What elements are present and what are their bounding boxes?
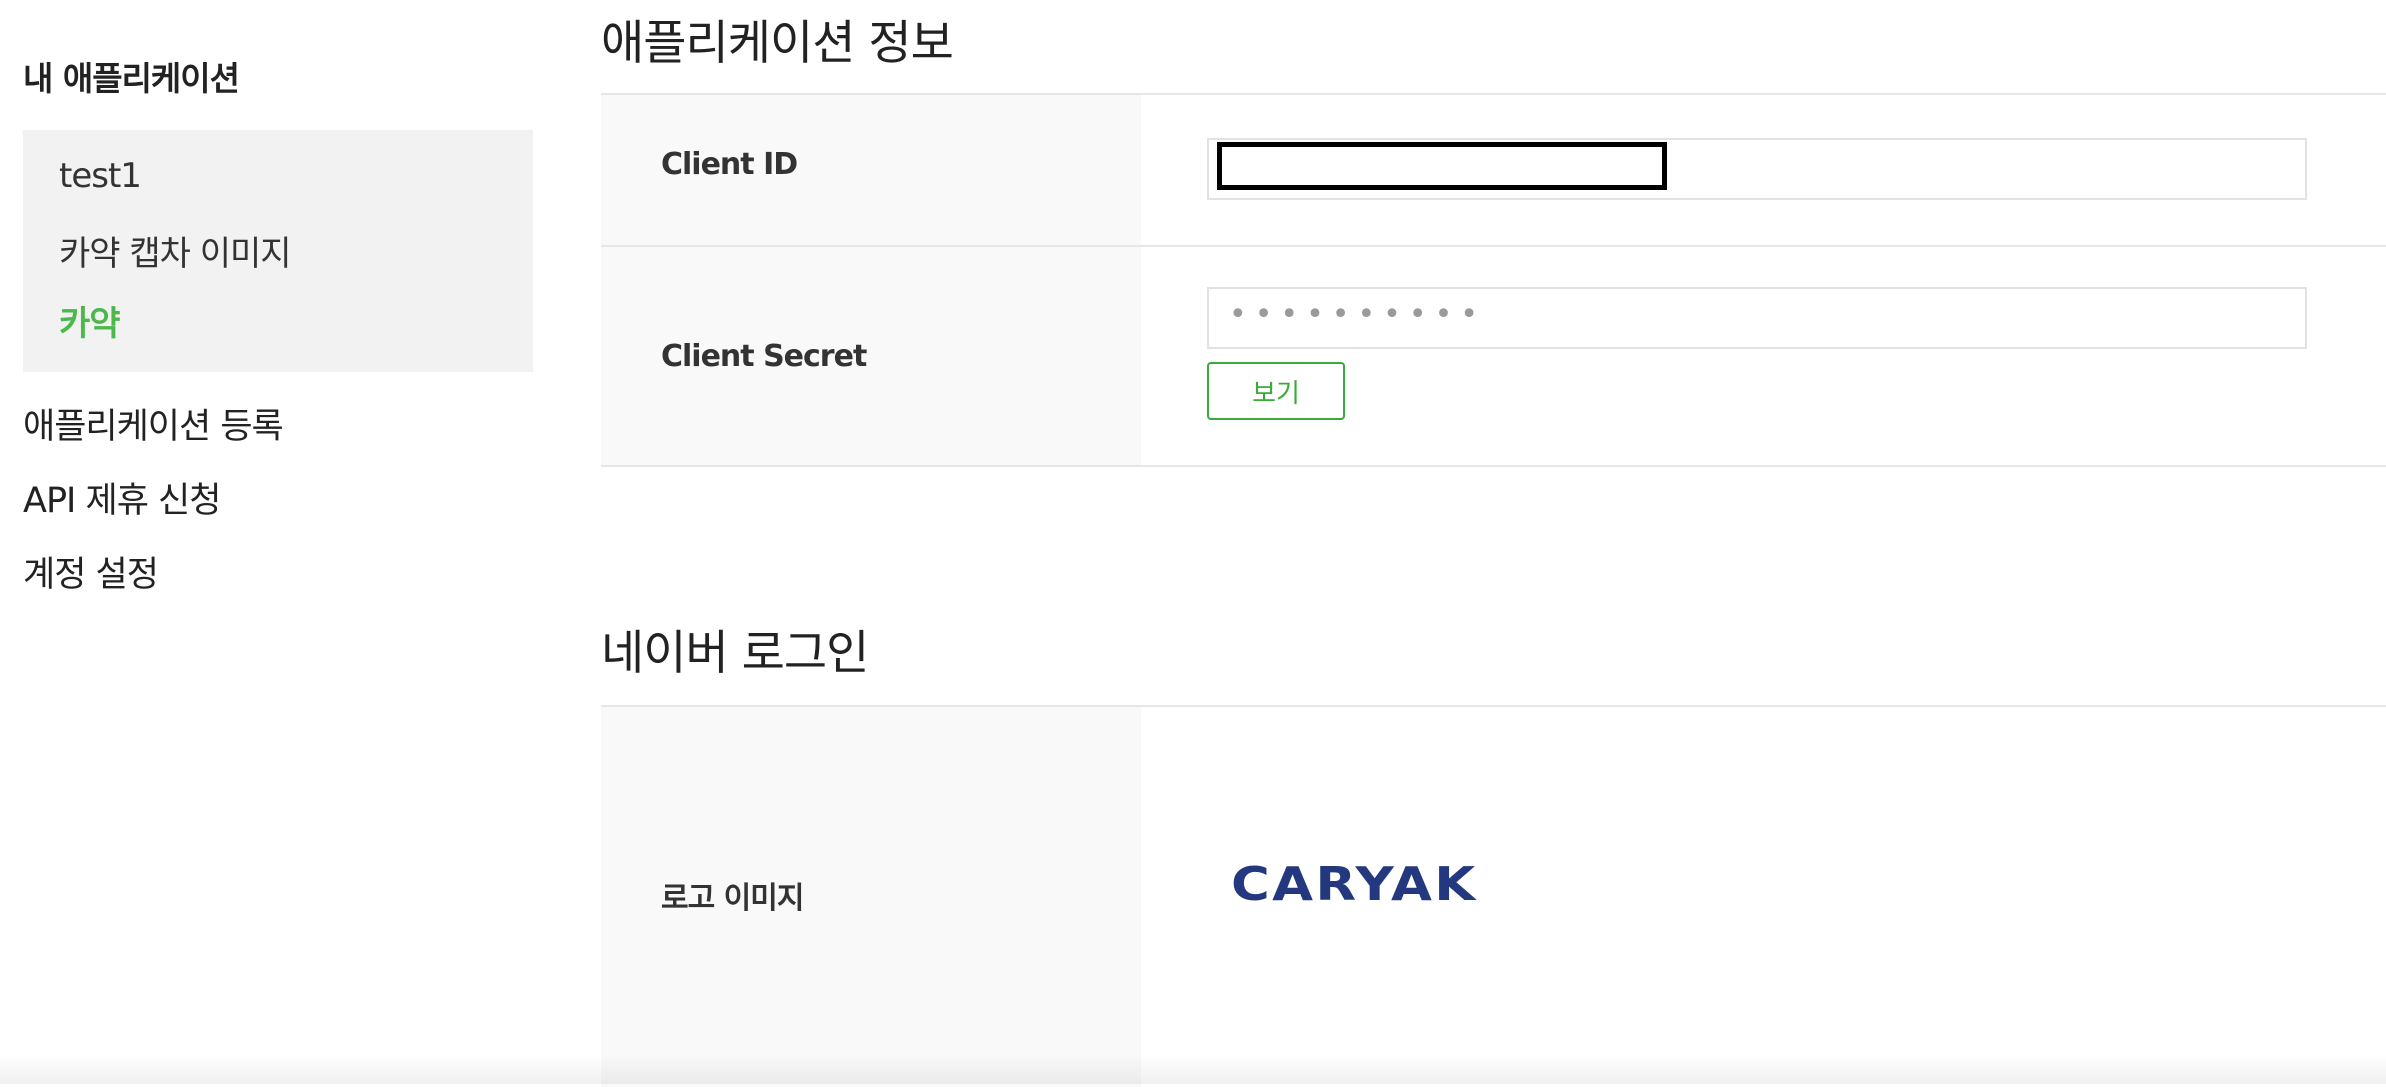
- client-id-row: Client ID: [601, 95, 2386, 247]
- app-item-test1[interactable]: test1: [59, 156, 142, 196]
- nav-account-settings[interactable]: 계정 설정: [23, 546, 159, 597]
- sidebar-heading: 내 애플리케이션: [23, 59, 240, 98]
- app-info-table: Client ID Client Secret •••••••••• 보기: [601, 93, 2386, 467]
- client-id-header: Client ID: [601, 95, 1141, 245]
- client-id-label: Client ID: [661, 147, 798, 182]
- naver-login-title: 네이버 로그인: [601, 626, 869, 681]
- logo-image-header: 로고 이미지: [601, 707, 1141, 1087]
- caryak-logo: CARYAK: [1231, 857, 1478, 911]
- client-secret-masked-value: ••••••••••: [1229, 297, 1486, 332]
- app-info-title: 애플리케이션 정보: [601, 16, 954, 71]
- app-item-caryak-active[interactable]: 카약: [59, 296, 121, 345]
- app-list: test1 카약 캡차 이미지 카약: [23, 130, 533, 372]
- naver-login-table: 로고 이미지 CARYAK: [601, 705, 2386, 1087]
- client-secret-header: Client Secret: [601, 247, 1141, 465]
- client-id-redacted-value: [1217, 142, 1667, 190]
- client-secret-field[interactable]: ••••••••••: [1207, 287, 2307, 349]
- client-secret-label: Client Secret: [661, 339, 867, 374]
- nav-register-application[interactable]: 애플리케이션 등록: [23, 398, 284, 449]
- logo-image-label: 로고 이미지: [661, 881, 804, 916]
- client-id-field[interactable]: [1207, 138, 2307, 200]
- view-secret-button[interactable]: 보기: [1207, 362, 1345, 420]
- app-item-caryak-captcha[interactable]: 카약 캡차 이미지: [59, 226, 292, 275]
- client-secret-row: Client Secret •••••••••• 보기: [601, 247, 2386, 465]
- nav-api-partnership[interactable]: API 제휴 신청: [23, 472, 221, 523]
